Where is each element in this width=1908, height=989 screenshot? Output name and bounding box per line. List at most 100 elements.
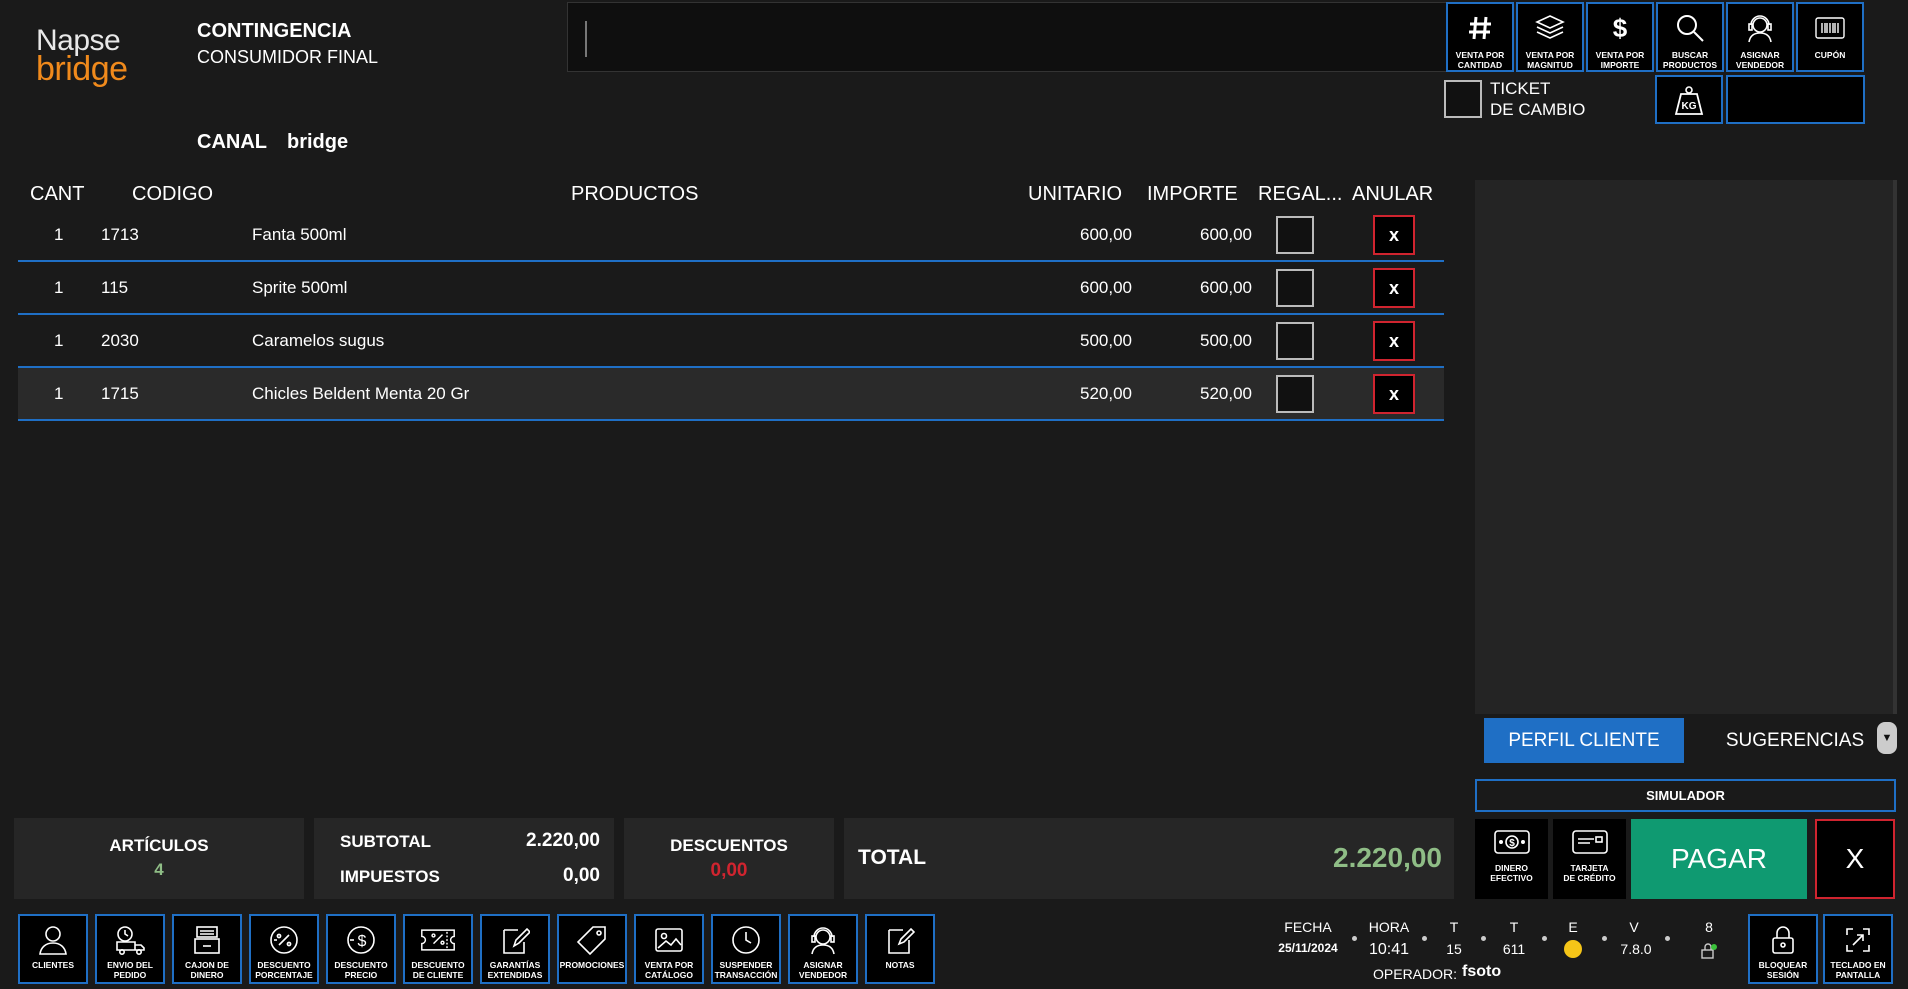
asignar-vendedor-bottom-label: ASIGNAR VENDEDOR [798,960,848,980]
table-row-selected[interactable]: 1 1715 Chicles Beldent Menta 20 Gr 520,0… [18,368,1444,421]
tarjeta-de-credito-button[interactable]: TARJETA DE CRÉDITO [1553,819,1626,899]
tab-perfil-cliente[interactable]: PERFIL CLIENTE [1484,718,1684,763]
cajon-de-dinero-button[interactable]: CAJON DE DINERO [172,914,242,984]
separator-dot [1422,936,1427,941]
coin-icon [1564,940,1582,958]
cupon-label: CUPÓN [1814,50,1846,60]
cancel-transaction-button[interactable]: X [1815,819,1895,899]
e-label: E [1568,919,1578,935]
buscar-productos-button[interactable]: BUSCAR PRODUCTOS [1656,2,1724,72]
subtotal-label: SUBTOTAL [340,832,431,851]
venta-por-catalogo-button[interactable]: VENTA POR CATÁLOGO [634,914,704,984]
empty-slot-button[interactable] [1726,75,1865,124]
edit-doc-icon [497,922,533,958]
weight-icon: KG [1674,85,1704,115]
svg-text:$: $ [1613,13,1628,43]
coupon-icon [420,922,456,958]
cell-importe: 600,00 [1200,225,1252,244]
fecha-label: FECHA [1284,919,1332,935]
header-importe: IMPORTE [1147,183,1238,205]
cupon-button[interactable]: CUPÓN [1796,2,1864,72]
v-value: 7.8.0 [1620,941,1652,957]
anular-button[interactable]: x [1373,268,1415,308]
cell-importe: 500,00 [1200,331,1252,350]
impuestos-value: 0,00 [563,865,600,886]
headset-icon [1742,10,1778,46]
total-value: 2.220,00 [1333,842,1442,873]
descuento-precio-button[interactable]: $ DESCUENTO PRECIO [326,914,396,984]
cell-cant: 1 [54,278,64,297]
side-panel-scrollbar[interactable] [1893,180,1897,714]
envio-del-pedido-button[interactable]: ENVIO DEL PEDIDO [95,914,165,984]
asignar-vendedor-top-button[interactable]: ASIGNAR VENDEDOR [1726,2,1794,72]
canal-info: CANAL bridge [197,131,348,154]
asignar-vendedor-top-label: ASIGNAR VENDEDOR [1735,50,1785,70]
customer-label: CONSUMIDOR FINAL [197,47,379,67]
teclado-en-pantalla-button[interactable]: TECLADO EN PANTALLA [1823,914,1893,984]
cell-unitario: 600,00 [1080,278,1132,297]
dinero-efectivo-label: DINERO EFECTIVO [1490,863,1533,883]
cell-cant: 1 [54,331,64,350]
note-icon [882,922,918,958]
venta-por-magnitud-label: VENTA POR MAGNITUD [1525,50,1575,70]
notas-button[interactable]: NOTAS [865,914,935,984]
clientes-button[interactable]: CLIENTES [18,914,88,984]
headset-icon [805,922,841,958]
garantias-extendidas-button[interactable]: GARANTÍAS EXTENDIDAS [480,914,550,984]
product-entry-bar[interactable] [567,2,1447,72]
cell-producto: Chicles Beldent Menta 20 Gr [252,384,470,403]
cell-importe: 600,00 [1200,278,1252,297]
kg-button[interactable]: KG [1655,75,1723,124]
descuento-de-cliente-button[interactable]: DESCUENTO DE CLIENTE [403,914,473,984]
cell-cant: 1 [54,225,64,244]
chevron-down-icon[interactable]: ▼ [1877,722,1897,754]
ticket-de-cambio-checkbox[interactable] [1444,80,1482,118]
product-entry-input[interactable] [590,15,1430,59]
operador-label: OPERADOR: [1373,966,1458,982]
simulador-button[interactable]: SIMULADOR [1475,779,1896,812]
logo-bridge-text: bridge [36,50,128,88]
tab-sugerencias[interactable]: SUGERENCIAS [1710,718,1880,763]
anular-button[interactable]: x [1373,215,1415,255]
table-row[interactable]: 1 2030 Caramelos sugus 500,00 500,00 x [18,315,1444,368]
venta-por-importe-label: VENTA POR IMPORTE [1595,50,1645,70]
clientes-label: CLIENTES [31,960,75,970]
t2-label: T [1509,919,1519,935]
n-label: 8 [1705,919,1713,935]
clock-icon [728,922,764,958]
cash-icon: $ [1493,830,1530,854]
pagar-button[interactable]: PAGAR [1631,819,1807,899]
regalo-checkbox[interactable] [1276,216,1314,254]
kg-label: KG [1682,101,1697,112]
regalo-checkbox[interactable] [1276,322,1314,360]
cell-producto: Sprite 500ml [252,278,348,297]
expand-icon [1840,922,1876,958]
table-row[interactable]: 1 1713 Fanta 500ml 600,00 600,00 x [18,209,1444,262]
venta-por-magnitud-button[interactable]: VENTA POR MAGNITUD [1516,2,1584,72]
articulos-label: ARTÍCULOS [109,836,209,855]
dinero-efectivo-button[interactable]: $ DINERO EFECTIVO [1475,819,1548,899]
asignar-vendedor-bottom-button[interactable]: ASIGNAR VENDEDOR [788,914,858,984]
anular-button[interactable]: x [1373,321,1415,361]
separator-dot [1352,936,1357,941]
anular-button[interactable]: x [1373,374,1415,414]
venta-por-cantidad-button[interactable]: VENTA POR CANTIDAD [1446,2,1514,72]
table-row[interactable]: 1 115 Sprite 500ml 600,00 600,00 x [18,262,1444,315]
image-icon [651,922,687,958]
venta-por-cantidad-label: VENTA POR CANTIDAD [1455,50,1505,70]
bloquear-sesion-button[interactable]: BLOQUEAR SESIÓN [1748,914,1818,984]
canal-value: bridge [287,131,349,153]
drawer-icon [189,922,225,958]
promociones-button[interactable]: PROMOCIONES [557,914,627,984]
regalo-checkbox[interactable] [1276,269,1314,307]
cell-codigo: 2030 [101,331,139,350]
regalo-checkbox[interactable] [1276,375,1314,413]
cell-codigo: 1715 [101,384,139,403]
tarjeta-de-credito-label: TARJETA DE CRÉDITO [1563,863,1616,883]
descuento-porcentaje-button[interactable]: DESCUENTO PORCENTAJE [249,914,319,984]
layers-icon [1532,10,1568,46]
hora-label: HORA [1368,919,1410,935]
venta-por-importe-button[interactable]: $ VENTA POR IMPORTE [1586,2,1654,72]
suspender-transaccion-button[interactable]: SUSPENDER TRANSACCIÓN [711,914,781,984]
notas-label: NOTAS [885,960,915,970]
